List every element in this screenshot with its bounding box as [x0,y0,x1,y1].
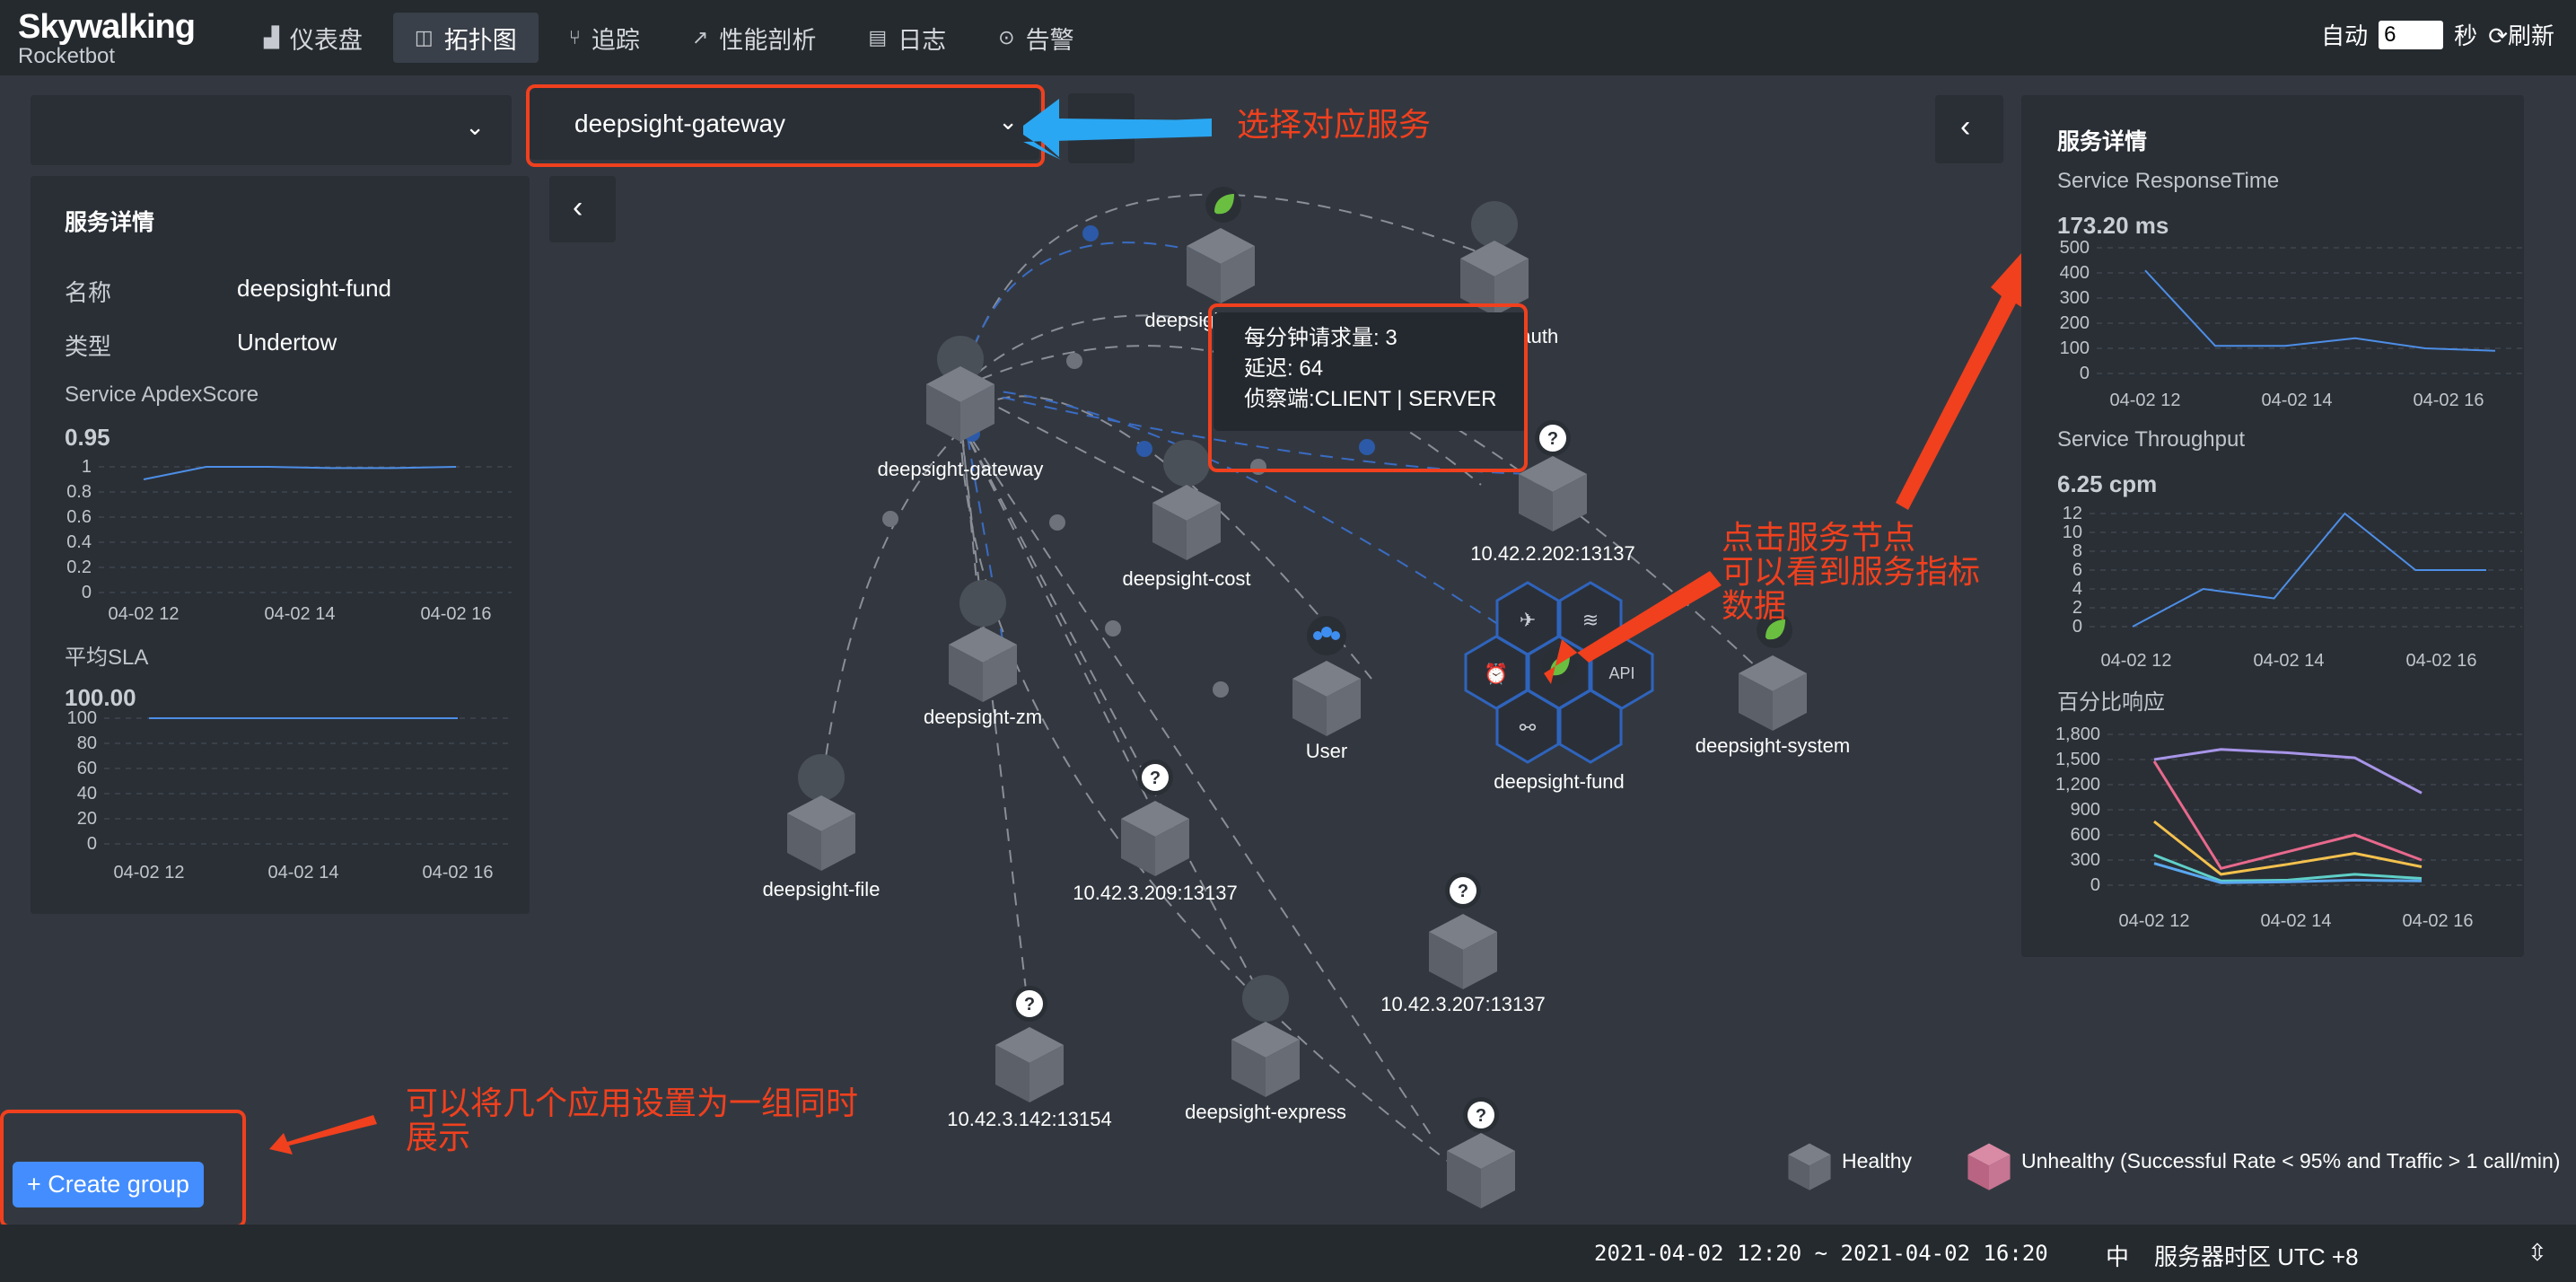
node-user[interactable] [1292,616,1361,736]
node-label: deepsight-system [1695,734,1850,757]
tick-label: 600 [2071,825,2100,845]
layers-icon[interactable]: ≋ [1582,609,1599,631]
tick-label: 1,500 [2055,750,2100,769]
response-time-series-line [2144,269,2496,352]
api-icon[interactable]: API [1608,664,1634,682]
tick-label: 04-02 12 [2119,911,2190,931]
language-toggle[interactable]: 中 [2106,1239,2129,1272]
alarm-icon[interactable]: ✈ [1520,609,1536,631]
response-time-chart: 500 400 300 200 100 0 04-02 12 04-02 14 … [2060,238,2522,410]
highlight-box [0,1110,246,1228]
tick-label: 0 [2090,875,2100,895]
annotation-line: 点击服务节点 [1722,519,1916,556]
node-label: deepsight-fund [1494,770,1625,793]
tick-label: 500 [2060,238,2090,258]
node-deepsight-fund[interactable]: ✈ ≋ ⏰ API ⚯ [1464,581,1654,764]
annotation-line: 可以将几个应用设置为一组同时 [406,1084,859,1121]
node-deepsight-system[interactable] [1739,612,1807,731]
node-oauth[interactable] [1460,201,1529,316]
annotation-line: 可以看到服务指标 [1722,553,1981,590]
legend-healthy: Healthy [1842,1149,1912,1172]
tick-label: 04-02 14 [2254,651,2325,671]
time-range[interactable]: 2021-04-02 12:20 ~ 2021-04-02 16:20 [1594,1241,2048,1266]
panel-title: 服务详情 [2057,129,2148,154]
tick-label: 04-02 16 [2414,391,2484,410]
healthy-legend-icon [1788,1143,1831,1190]
node-label: deepsight-express [1185,1101,1346,1123]
node-label: 10.42.2.202:13137 [1470,542,1635,565]
tick-label: 4 [2072,579,2082,599]
tick-label: 04-02 16 [2403,911,2474,931]
tick-label: 2 [2072,598,2082,618]
percentile-label: 百分比响应 [2057,690,2165,715]
annotation-click-node: 点击服务节点 可以看到服务指标 数据 [1722,521,1980,623]
node-label: 10.42.3.207:13137 [1380,993,1546,1015]
tick-label: 6 [2072,560,2082,580]
scroll-icon[interactable]: ⇳ [2528,1239,2547,1267]
tick-label: 0 [2080,364,2090,383]
node-label: User [1306,740,1347,762]
node-label: deepsight-cost [1122,567,1250,590]
annotation-select-service: 选择对应服务 [1237,106,1432,143]
node-bottom-ip[interactable] [1447,1097,1515,1208]
annotation-line: 数据 [1722,587,1787,624]
tick-label: 04-02 12 [2101,651,2172,671]
node-deepsight-file[interactable] [787,754,855,871]
share-icon[interactable]: ⚯ [1520,716,1537,739]
legend-unhealthy: Unhealthy (Successful Rate < 95% and Tra… [2021,1149,2561,1172]
timezone-label: 服务器时区 UTC +8 [2154,1243,2359,1270]
node-10.42.3.209[interactable] [1121,760,1189,876]
tick-label: 1,200 [2055,775,2100,795]
tick-label: 0 [2072,617,2082,637]
bell-icon[interactable]: ⏰ [1484,662,1508,685]
highlight-box [1208,303,1528,472]
percentile-series-line [2153,820,2423,876]
node-deepsigh[interactable] [1187,187,1255,303]
tick-label: 400 [2060,263,2090,283]
node-deepsight-gateway[interactable] [926,336,994,442]
tick-label: 04-02 14 [2261,911,2332,931]
tick-label: 04-02 12 [2110,391,2181,410]
node-label: deepsight-zm [924,706,1042,728]
node-10.42.2.202[interactable] [1519,420,1587,531]
tick-label: 900 [2071,800,2100,820]
percentile-series-line [2153,748,2423,795]
tick-label: 12 [2063,504,2082,523]
tick-label: 300 [2060,288,2090,308]
tick-label: 10 [2063,522,2082,542]
tick-label: 04-02 14 [2262,391,2333,410]
tick-label: 04-02 16 [2406,651,2477,671]
node-deepsight-zm[interactable] [949,580,1017,702]
node-deepsight-express[interactable] [1231,975,1300,1097]
node-label: deepsight-file [763,878,881,900]
node-label: deepsight-gateway [878,458,1044,480]
node-label: 10.42.3.209:13137 [1073,882,1238,904]
annotation-line: 展示 [406,1119,471,1155]
tick-label: 1,800 [2055,724,2100,744]
tick-label: 200 [2060,313,2090,333]
tick-label: 100 [2060,338,2090,358]
node-10.42.3.142[interactable] [995,986,1064,1102]
node-label: 10.42.3.142:13154 [947,1108,1112,1130]
throughput-label: Service Throughput [2057,427,2246,452]
unhealthy-legend-icon [1967,1143,2011,1190]
throughput-chart: 12 10 8 6 4 2 0 04-02 12 04-02 14 04-02 … [2063,504,2522,671]
percentile-chart: 1,800 1,500 1,200 900 600 300 0 04-02 12… [2055,724,2522,931]
annotation-create-group: 可以将几个应用设置为一组同时 展示 [406,1086,858,1155]
tick-label: 300 [2071,850,2100,870]
tick-label: 8 [2072,541,2082,561]
footer-bar: 2021-04-02 12:20 ~ 2021-04-02 16:20 中 服务… [0,1225,2576,1282]
response-time-label: Service ResponseTime [2057,169,2280,193]
node-10.42.3.207[interactable] [1429,873,1497,989]
arrow-to-button [269,1115,377,1155]
arrow-to-metrics [1896,235,2037,510]
